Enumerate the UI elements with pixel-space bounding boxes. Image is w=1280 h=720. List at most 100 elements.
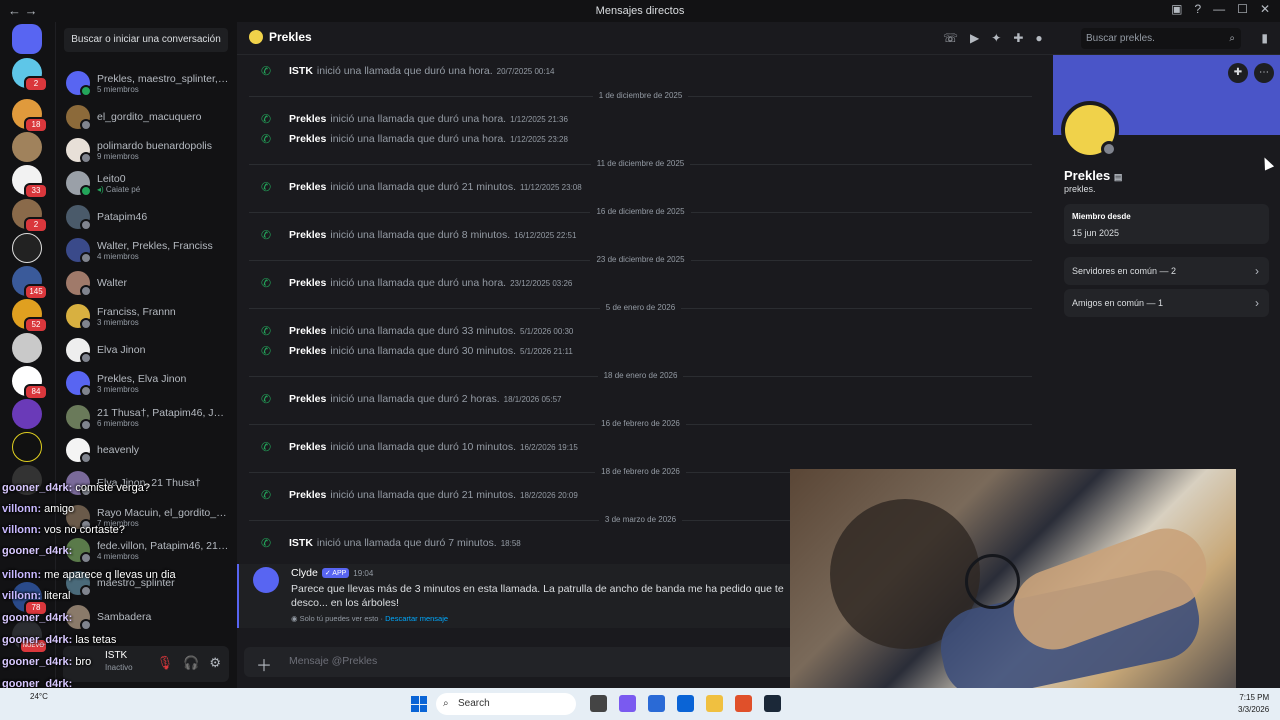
server-icon[interactable] [12,333,42,363]
avatar [66,105,92,131]
inbox-window-icon[interactable]: ▣ [1171,2,1182,16]
dm-search-button[interactable]: Buscar o iniciar una conversación [64,28,228,52]
dm-item[interactable]: Franciss, Frannn 3 miembros [66,301,232,331]
copilot-icon[interactable] [619,695,636,712]
call-message: ✆ ISTK inició una llamada que duró 7 minut… [261,536,521,550]
taskbar-search[interactable]: ⌕ Search [436,693,576,715]
server-icon[interactable]: 2 [12,199,48,233]
dm-name: Walter [97,277,127,289]
dm-name: Leito0 [97,172,126,185]
edge-icon[interactable] [677,695,694,712]
recipient-avatar [249,30,263,44]
overlay-line: villonn: vos no cortaste? [2,524,125,536]
dm-sub: 9 miembros [97,151,139,161]
voice-call-icon[interactable]: ☏ [943,31,958,45]
steam-icon[interactable] [764,695,781,712]
brave-icon[interactable] [735,695,752,712]
phone-icon: ✆ [261,228,272,242]
dm-item[interactable]: el_gordito_macuquero [66,102,232,132]
dm-item[interactable]: Elva Jinon [66,335,232,365]
server-icon[interactable] [12,432,42,462]
task-view-icon[interactable] [590,695,607,712]
dm-recipient[interactable]: Prekles [249,30,312,44]
add-friend-icon[interactable]: ✚ [1013,31,1023,45]
date-divider: 1 de diciembre de 2025 [249,91,1032,101]
dm-item[interactable]: polimardo buenardopolis 9 miembros [66,135,232,165]
dm-item[interactable]: heavenly [66,435,232,465]
dm-name: 21 Thusa†, Patapim46, Jua... [97,406,229,419]
user-profile-icon[interactable]: ● [1035,31,1042,45]
profile-avatar[interactable] [1061,101,1119,159]
stream-chat-overlay: gooner_d4rk: comiste verga? villonn: ami… [0,482,230,718]
server-icon[interactable] [12,399,42,429]
unread-badge: 33 [24,183,48,199]
avatar [66,405,92,431]
overlay-line: gooner_d4rk: bro [2,656,92,668]
server-icon[interactable]: 33 [12,165,48,199]
avatar [66,171,92,197]
avatar [66,438,92,464]
inbox-icon[interactable]: ▮ [1261,31,1268,45]
call-message: ✆ Prekles inició una llamada que duró 10 m… [261,440,578,454]
chevron-right-icon: › [1255,296,1259,310]
dm-item[interactable]: Prekles, maestro_splinter, ... 5 miembros [66,68,232,98]
close-button[interactable]: ✕ [1260,2,1270,16]
date-divider: 11 de diciembre de 2025 [249,159,1032,169]
avatar [66,71,92,97]
weather-widget[interactable]: 24°C [30,692,48,701]
title-bar: ← → Mensajes directos ▣ ? — ☐ ✕ [0,0,1280,22]
maximize-button[interactable]: ☐ [1237,2,1248,16]
dm-sub: 3 miembros [97,317,139,327]
search-input[interactable]: Buscar prekles. ⌕ [1081,28,1241,49]
dm-item[interactable]: Walter, Prekles, Franciss 4 miembros [66,235,232,265]
date-divider: 5 de enero de 2026 [249,303,1032,313]
help-icon[interactable]: ? [1194,2,1201,16]
server-icon[interactable]: 52 [12,299,48,333]
window-title: Mensajes directos [595,5,685,17]
avatar [66,271,92,297]
add-friend-icon[interactable]: ✚ [1228,63,1248,83]
store-icon[interactable] [648,695,665,712]
video-call-icon[interactable]: ▶ [970,31,979,45]
server-icon[interactable]: 18 [12,99,48,133]
dm-item[interactable]: Patapim46 [66,202,232,232]
dm-item[interactable]: Prekles, Elva Jinon 3 miembros [66,368,232,398]
system-clock[interactable]: 7:15 PM 3/3/2026 [1238,692,1269,716]
overlay-line: gooner_d4rk: comiste verga? [2,482,150,494]
app-badge: ✓ APP [321,568,350,578]
call-message: ✆ Prekles inició una llamada que duró una … [261,112,568,126]
call-message: ✆ Prekles inició una llamada que duró 2 ho… [261,392,562,406]
mutual-friends-row[interactable]: Amigos en común — 1 › [1064,289,1269,317]
avatar [66,371,92,397]
start-button[interactable] [411,696,427,712]
add-attachment-icon[interactable]: ＋ [256,652,272,676]
phone-icon: ✆ [261,440,272,454]
file-explorer-icon[interactable] [706,695,723,712]
phone-icon: ✆ [261,344,272,358]
phone-icon: ✆ [261,64,272,78]
minimize-button[interactable]: — [1213,2,1225,16]
server-icon[interactable] [12,233,42,263]
call-message: ✆ Prekles inició una llamada que duró una … [261,276,573,290]
dm-name: polimardo buenardopolis [97,139,212,152]
avatar [66,138,92,164]
mutual-servers-row[interactable]: Servidores en común — 2 › [1064,257,1269,285]
home-button[interactable] [12,24,42,54]
channel-header: Prekles ☏ ▶ ✦ ✚ ● Buscar prekles. ⌕ ▮ [237,22,1280,55]
phone-icon: ✆ [261,112,272,126]
member-since-card: Miembro desde 15 jun 2025 [1064,204,1269,244]
avatar [66,205,92,231]
server-icon[interactable]: 2 [12,58,48,92]
dm-item[interactable]: 21 Thusa†, Patapim46, Jua... 6 miembros [66,402,232,432]
more-options-icon[interactable]: ⋯ [1254,63,1274,83]
dm-item[interactable]: Walter [66,268,232,298]
server-icon[interactable]: 145 [12,266,48,300]
author-name[interactable]: Clyde [291,567,318,579]
dismiss-message-link[interactable]: Descartar mensaje [385,614,448,623]
pin-icon[interactable]: ✦ [991,31,1001,45]
dm-name: el_gordito_macuquero [97,111,202,123]
dm-item[interactable]: Leito0 ◂) Caiate pé [66,168,232,198]
server-icon[interactable] [12,132,42,162]
message-input[interactable]: Mensaje @Prekles [289,655,377,667]
server-icon[interactable]: 84 [12,366,48,400]
